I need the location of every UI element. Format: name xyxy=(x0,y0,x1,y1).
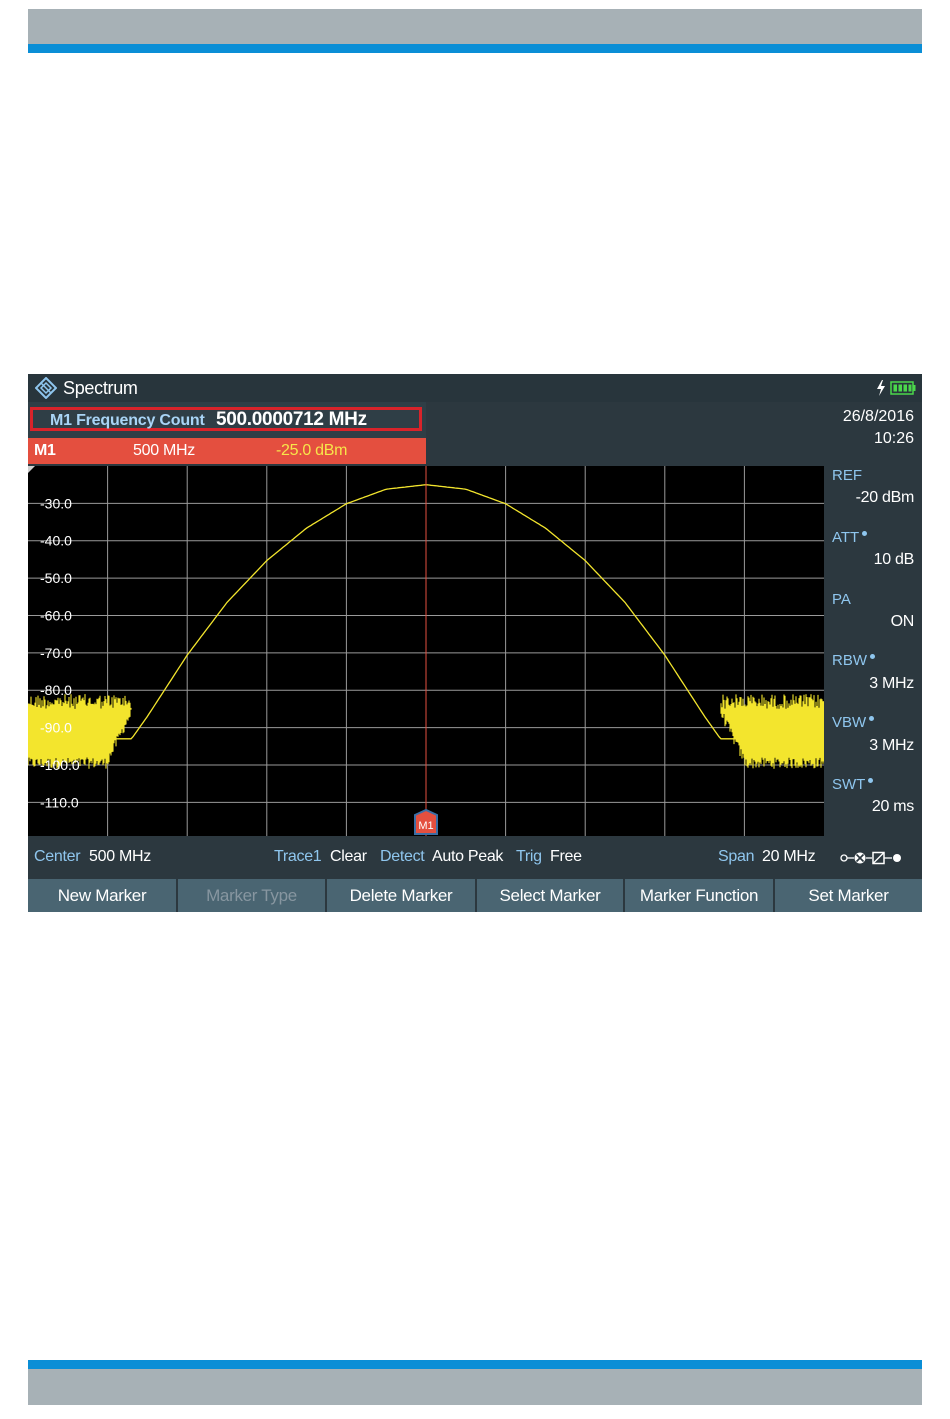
marker-flag-label: M1 xyxy=(418,820,433,832)
reference-level-indicator xyxy=(28,466,35,473)
title-bar: Spectrum xyxy=(28,374,922,402)
rbw-label-text: RBW xyxy=(832,652,867,669)
swt-label-text: SWT xyxy=(832,776,866,793)
pa-value[interactable]: ON xyxy=(891,613,915,631)
frequency-count-value: 500.0000712 MHz xyxy=(216,409,367,430)
pa-label[interactable]: PA xyxy=(832,591,851,608)
span-label[interactable]: Span xyxy=(718,848,754,866)
detect-value[interactable]: Auto Peak xyxy=(432,848,503,866)
y-tick-label: -60.0 xyxy=(40,607,72,623)
marker-info-bar[interactable]: M1 500 MHz -25.0 dBm xyxy=(28,438,426,464)
y-tick-label: -100.0 xyxy=(40,757,80,773)
new-marker-button[interactable]: New Marker xyxy=(28,879,176,912)
auto-dot-icon xyxy=(862,531,868,536)
signal-path-icon[interactable] xyxy=(840,851,910,865)
y-tick-label: -70.0 xyxy=(40,645,72,661)
spectrum-plot[interactable]: -30.0 -40.0 -50.0 -60.0 -70.0 -80.0 -90.0 -100.… xyxy=(28,466,824,836)
ref-value[interactable]: -20 dBm xyxy=(856,489,915,507)
auto-dot-icon xyxy=(869,716,875,721)
y-tick-label: -90.0 xyxy=(40,720,72,736)
set-marker-button[interactable]: Set Marker xyxy=(775,879,922,912)
vbw-label-text: VBW xyxy=(832,714,867,731)
trace-label[interactable]: Trace1 xyxy=(274,848,322,866)
rohde-schwarz-diamond-icon xyxy=(35,377,57,399)
span-value[interactable]: 20 MHz xyxy=(762,848,816,866)
marker-level: -25.0 dBm xyxy=(276,442,348,459)
trig-value[interactable]: Free xyxy=(550,848,582,866)
y-tick-label: -40.0 xyxy=(40,533,72,549)
vbw-label[interactable]: VBW xyxy=(832,714,875,731)
status-bar: Center 500 MHz Trace1 Clear Detect Auto … xyxy=(28,842,922,872)
trig-label[interactable]: Trig xyxy=(516,848,542,866)
auto-dot-icon xyxy=(868,778,874,783)
instrument-screen: Spectrum M1 Frequency Count 500.0000712 … xyxy=(28,374,922,912)
battery-full-icon xyxy=(890,381,916,395)
rbw-label[interactable]: RBW xyxy=(832,652,875,669)
center-value[interactable]: 500 MHz xyxy=(89,848,151,866)
page-footer-band xyxy=(28,1360,922,1405)
header-stripe xyxy=(28,44,922,53)
swt-label[interactable]: SWT xyxy=(832,776,874,793)
softkey-bar: New Marker Marker Type Delete Marker Sel… xyxy=(28,879,922,912)
att-label-text: ATT xyxy=(832,529,860,546)
marker-name: M1 xyxy=(34,442,56,459)
y-tick-label: -50.0 xyxy=(40,570,72,586)
spectrum-chart[interactable]: -30.0 -40.0 -50.0 -60.0 -70.0 -80.0 -90.0 -100.… xyxy=(28,466,824,836)
marker-function-button[interactable]: Marker Function xyxy=(625,879,773,912)
time-display: 10:26 xyxy=(873,430,914,447)
center-label[interactable]: Center xyxy=(34,848,81,866)
page-header-band xyxy=(28,9,922,53)
delete-marker-button[interactable]: Delete Marker xyxy=(327,879,475,912)
frequency-count-label: M1 Frequency Count xyxy=(50,412,205,429)
marker-frequency: 500 MHz xyxy=(133,442,195,459)
marker-type-button[interactable]: Marker Type xyxy=(178,879,325,912)
date-display: 26/8/2016 xyxy=(842,408,914,425)
ref-label[interactable]: REF xyxy=(832,467,862,484)
y-tick-label: -80.0 xyxy=(40,682,72,698)
trace-value[interactable]: Clear xyxy=(330,848,367,866)
settings-panel: 26/8/2016 10:26 REF -20 dBm ATT 10 dB PA… xyxy=(824,402,922,836)
att-label[interactable]: ATT xyxy=(832,529,868,546)
detect-label[interactable]: Detect xyxy=(380,848,425,866)
auto-dot-icon xyxy=(870,654,875,659)
select-marker-button[interactable]: Select Marker xyxy=(477,879,623,912)
y-tick-label: -110.0 xyxy=(40,794,79,810)
lightning-icon xyxy=(877,380,885,396)
ref-label-text: REF xyxy=(832,467,862,484)
rbw-value[interactable]: 3 MHz xyxy=(869,675,914,693)
footer-stripe xyxy=(28,1360,922,1369)
y-tick-label: -30.0 xyxy=(40,495,72,511)
app-title: Spectrum xyxy=(63,378,138,398)
vbw-value[interactable]: 3 MHz xyxy=(869,737,914,755)
swt-value[interactable]: 20 ms xyxy=(872,798,914,816)
att-value[interactable]: 10 dB xyxy=(874,551,915,569)
pa-label-text: PA xyxy=(832,591,851,608)
